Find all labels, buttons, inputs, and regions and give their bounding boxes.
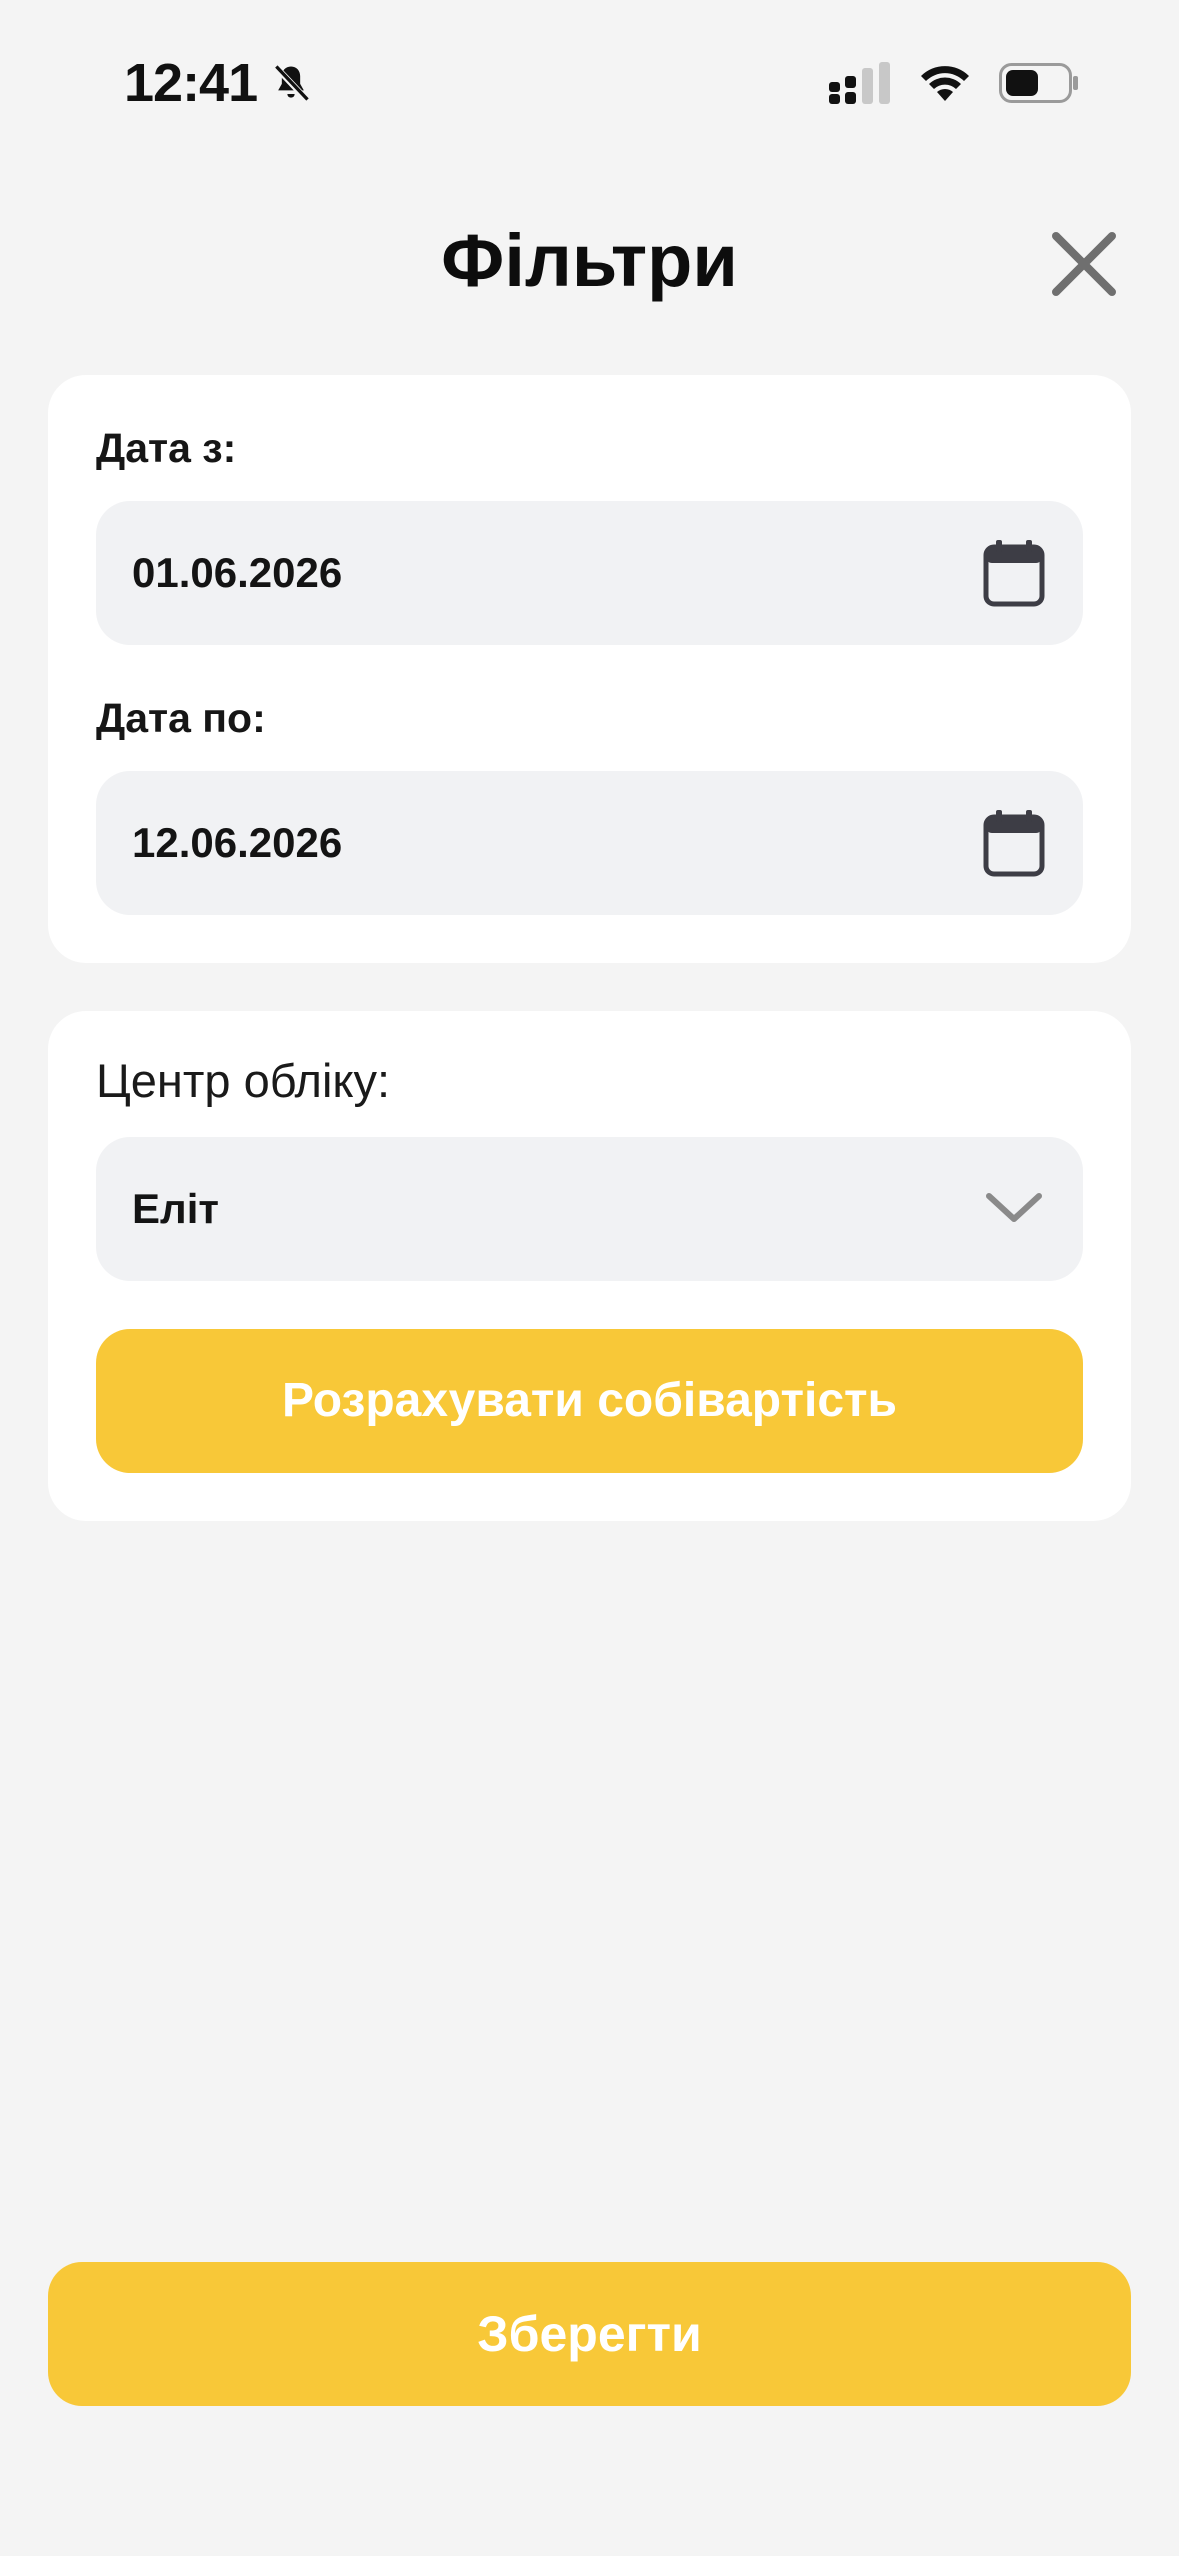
date-to-field[interactable]: 12.06.2026 (96, 771, 1083, 915)
date-to-label: Дата по: (96, 695, 266, 741)
close-icon[interactable] (1042, 222, 1126, 306)
calendar-icon[interactable] (983, 539, 1045, 607)
page-title: Фільтри (441, 219, 738, 302)
dates-card: Дата з: 01.06.2026 Дата по: 12.06.2026 (48, 375, 1131, 963)
status-bar: 12:41 (0, 0, 1179, 180)
save-button[interactable]: Зберегти (48, 2262, 1131, 2406)
bell-slash-icon (273, 64, 309, 102)
status-time-text: 12:41 (124, 53, 258, 113)
date-from-field[interactable]: 01.06.2026 (96, 501, 1083, 645)
battery-icon (999, 63, 1078, 103)
center-card: Центр обліку: Еліт Розрахувати собіварті… (48, 1011, 1131, 1521)
wifi-icon (921, 66, 969, 101)
calendar-icon[interactable] (983, 809, 1045, 877)
signal-icon (829, 62, 890, 104)
status-time: 12:41 (124, 52, 313, 114)
date-to-value: 12.06.2026 (132, 819, 343, 866)
center-label: Центр обліку: (96, 1054, 391, 1107)
date-from-value: 01.06.2026 (132, 549, 343, 596)
status-icons (829, 62, 1079, 104)
calculate-cost-button[interactable]: Розрахувати собівартість (96, 1329, 1083, 1473)
date-from-label: Дата з: (96, 425, 237, 471)
center-select[interactable]: Еліт (96, 1137, 1083, 1281)
center-selected-value: Еліт (132, 1185, 219, 1232)
chevron-down-icon (986, 1193, 1042, 1222)
